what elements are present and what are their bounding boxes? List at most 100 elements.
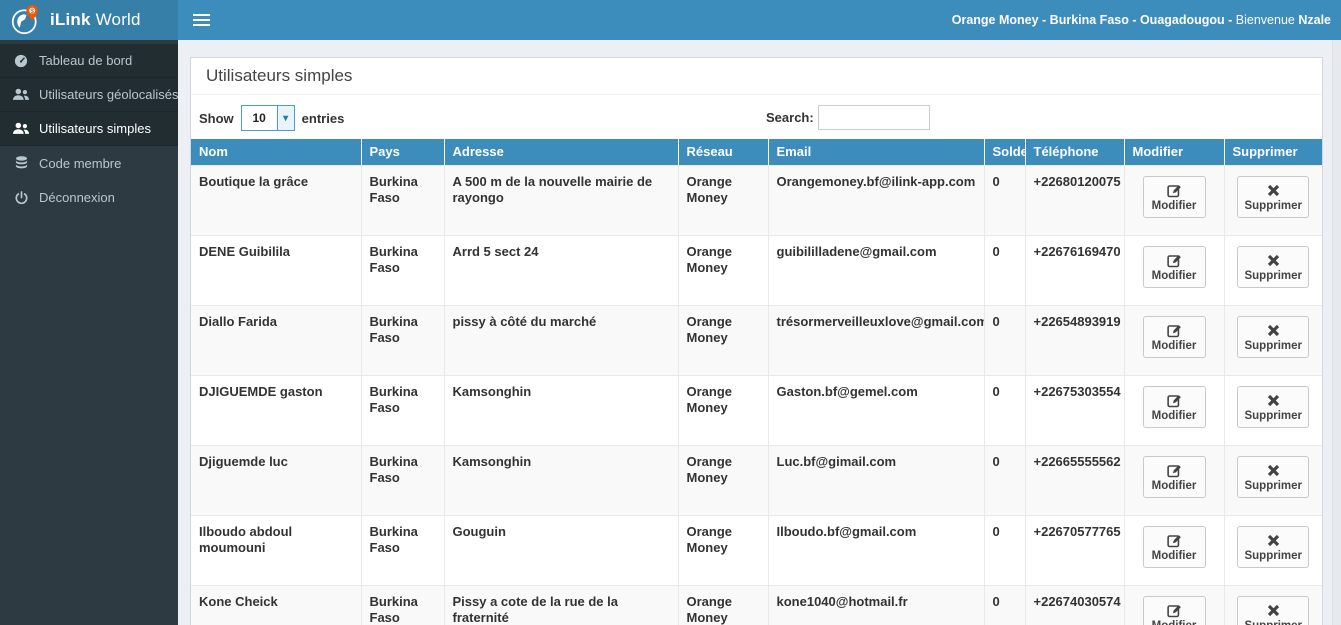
cell-adresse: pissy à côté du marché	[444, 304, 679, 375]
cell-supprimer: Supprimer	[1224, 304, 1322, 375]
supprimer-button[interactable]: Supprimer	[1237, 455, 1309, 498]
action-button-label: Supprimer	[1244, 339, 1302, 352]
column-header-modifier: Modifier	[1124, 139, 1225, 165]
sidebar-item-label: Utilisateurs géolocalisés	[39, 87, 179, 102]
search-input[interactable]	[817, 105, 930, 130]
cell-reseau: Orange Money	[678, 234, 769, 305]
show-label: Show	[199, 110, 234, 126]
modifier-button[interactable]: Modifier	[1142, 595, 1206, 625]
modifier-button[interactable]: Modifier	[1142, 525, 1206, 568]
cell-modifier: Modifier	[1124, 584, 1225, 625]
cell-pays: Burkina Faso	[361, 514, 445, 585]
cell-email: kone1040@hotmail.fr	[768, 584, 985, 625]
sidebar-item-label: Code membre	[39, 155, 122, 171]
modifier-button[interactable]: Modifier	[1142, 385, 1206, 428]
supprimer-button[interactable]: Supprimer	[1237, 595, 1309, 625]
times-icon	[1267, 183, 1280, 198]
action-button-label: Modifier	[1152, 620, 1197, 625]
action-button-label: Supprimer	[1244, 269, 1302, 282]
cell-solde: 0	[984, 304, 1026, 375]
cell-modifier: Modifier	[1124, 164, 1225, 235]
page-size-select[interactable]: 10 ▾	[240, 105, 295, 131]
power-icon	[13, 190, 29, 204]
cell-pays: Burkina Faso	[361, 234, 445, 305]
action-button-label: Supprimer	[1244, 409, 1302, 422]
cell-reseau: Orange Money	[678, 514, 769, 585]
column-header-email: Email	[768, 139, 985, 165]
modifier-button[interactable]: Modifier	[1142, 245, 1206, 288]
cell-adresse: Gouguin	[444, 514, 679, 585]
hamburger-icon	[192, 14, 210, 16]
sidebar-item-tableau-de-bord[interactable]: Tableau de bord	[0, 44, 178, 78]
table-row: DENE Guibilila Burkina Faso Arrd 5 sect 24…	[191, 234, 1322, 305]
cell-solde: 0	[984, 584, 1026, 625]
action-button-label: Modifier	[1151, 339, 1197, 352]
cell-solde: 0	[984, 514, 1026, 585]
cell-modifier: Modifier	[1124, 234, 1225, 305]
navbar-user-segment: Nzale	[1298, 13, 1331, 27]
times-icon	[1267, 253, 1280, 268]
cell-telephone: +22654893919	[1025, 304, 1125, 375]
action-button-label: Modifier	[1151, 549, 1197, 562]
vertical-scrollbar[interactable]	[1332, 40, 1341, 625]
users-icon	[13, 122, 29, 135]
supprimer-button[interactable]: Supprimer	[1237, 245, 1309, 288]
sidebar-item-utilisateurs-simples[interactable]: Utilisateurs simples	[0, 112, 178, 146]
cell-email: trésormerveilleuxlove@gmail.com	[768, 304, 985, 375]
table-row: Boutique la grâce Burkina Faso A 500 m de …	[191, 164, 1322, 235]
brand-name: iLink World	[50, 10, 141, 29]
cell-pays: Burkina Faso	[361, 374, 445, 445]
sidebar-item-deconnexion[interactable]: Déconnexion	[0, 180, 178, 214]
cell-modifier: Modifier	[1124, 374, 1225, 445]
sidebar-toggle-button[interactable]	[178, 0, 224, 40]
modifier-button[interactable]: Modifier	[1142, 315, 1206, 358]
supprimer-button[interactable]: Supprimer	[1237, 385, 1309, 428]
cell-email: guibililladene@gmail.com	[768, 234, 985, 305]
show-entries-control: Show 10 ▾ entries	[199, 105, 1314, 131]
column-header-reseau: Réseau	[678, 139, 769, 165]
column-header-supprimer: Supprimer	[1224, 139, 1322, 165]
entries-label: entries	[301, 110, 345, 126]
navbar-user-segment: Bienvenue	[1235, 13, 1299, 27]
times-icon	[1267, 323, 1280, 338]
times-icon	[1267, 533, 1280, 548]
cell-supprimer: Supprimer	[1224, 234, 1322, 305]
sidebar-item-label: Utilisateurs simples	[39, 121, 151, 136]
modifier-button[interactable]: Modifier	[1142, 175, 1206, 218]
sidebar-item-utilisateurs-geolocalises[interactable]: Utilisateurs géolocalisés	[0, 78, 178, 112]
cell-telephone: +22675303554	[1025, 374, 1125, 445]
cell-telephone: +22665555562	[1025, 444, 1125, 515]
supprimer-button[interactable]: Supprimer	[1237, 315, 1309, 358]
app-logo[interactable]: $ iLink World	[0, 0, 178, 40]
cell-modifier: Modifier	[1124, 514, 1225, 585]
cell-nom: Kone Cheick	[191, 584, 362, 625]
cell-reseau: Orange Money	[678, 444, 769, 515]
cell-adresse: Arrd 5 sect 24	[444, 234, 679, 305]
cell-adresse: Pissy a cote de la rue de la fraternité	[444, 584, 679, 625]
page-title: Utilisateurs simples	[191, 58, 1322, 95]
supprimer-button[interactable]: Supprimer	[1237, 525, 1309, 568]
action-button-label: Modifier	[1151, 199, 1197, 212]
cell-email: Orangemoney.bf@ilink-app.com	[768, 164, 985, 235]
action-button-label: Supprimer	[1244, 479, 1302, 492]
times-icon	[1267, 393, 1280, 408]
cell-pays: Burkina Faso	[361, 444, 445, 515]
cell-telephone: +22674030574	[1025, 584, 1125, 625]
dashboard-icon	[13, 54, 29, 68]
cell-supprimer: Supprimer	[1224, 164, 1322, 235]
cell-modifier: Modifier	[1124, 444, 1225, 515]
cell-telephone: +22670577765	[1025, 514, 1125, 585]
sidebar-item-code-membre[interactable]: Code membre	[0, 146, 178, 180]
cell-solde: 0	[984, 234, 1026, 305]
globe-pin-logo-icon: $	[11, 4, 41, 36]
supprimer-button[interactable]: Supprimer	[1237, 175, 1309, 218]
cell-nom: Diallo Farida	[191, 304, 362, 375]
top-navbar: $ iLink World Orange Money - Burkina Fas…	[0, 0, 1341, 40]
search-label: Search:	[766, 110, 814, 125]
table-row: Djiguemde luc Burkina Faso Kamsonghin Orang…	[191, 444, 1322, 515]
cell-supprimer: Supprimer	[1224, 584, 1322, 625]
cell-supprimer: Supprimer	[1224, 374, 1322, 445]
edit-icon	[1166, 603, 1182, 618]
users-table: Nom Pays Adresse Réseau Email Solde Téléphone M…	[191, 139, 1322, 625]
modifier-button[interactable]: Modifier	[1142, 455, 1206, 498]
